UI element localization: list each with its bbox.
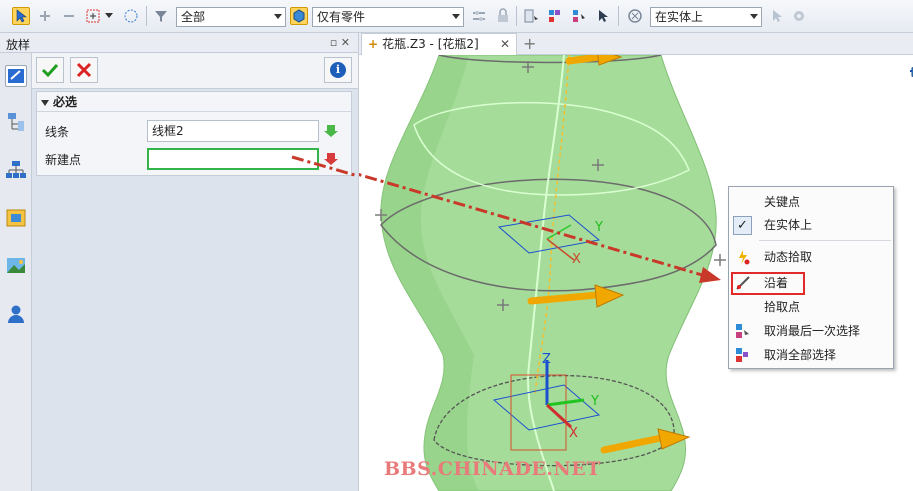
new-point-row: 新建点 <box>37 146 353 172</box>
menu-item-clear-all[interactable]: 取消全部选择 <box>729 344 893 366</box>
dynamic-pick-icon <box>739 250 750 265</box>
side-icon-strip <box>0 53 32 491</box>
toolbar-divider <box>516 6 517 26</box>
pick-filter-icon[interactable] <box>768 7 786 25</box>
curves-row: 线条 线框2 <box>37 118 353 144</box>
clear-selection-icon <box>736 348 748 362</box>
new-point-label: 新建点 <box>45 153 82 167</box>
filter-select-value: 全部 <box>181 10 206 24</box>
pick-select[interactable]: 在实体上 <box>650 7 762 27</box>
pick-mode-icon[interactable] <box>626 7 644 25</box>
checkmark-icon <box>41 63 59 78</box>
menu-item-label: 取消最后一次选择 <box>764 324 861 338</box>
part-library-icon[interactable] <box>5 207 27 229</box>
menu-item-label: 沿着 <box>764 276 789 290</box>
menu-item-undo-last[interactable]: 取消最后一次选择 <box>729 320 893 342</box>
info-icon: i <box>330 62 346 78</box>
chevron-down-icon <box>274 14 282 19</box>
render-view-icon[interactable] <box>5 255 27 277</box>
menu-item-on-solid[interactable]: ✓ 在实体上 <box>729 214 893 236</box>
z-axis-label: Z <box>542 352 551 367</box>
menu-item-label: 动态拾取 <box>764 250 813 264</box>
scope-select-value: 仅有零件 <box>317 10 366 24</box>
checkmark-icon: ✓ <box>733 216 752 235</box>
select-edges-icon[interactable] <box>570 7 588 25</box>
menu-item-label: 取消全部选择 <box>764 348 837 362</box>
menu-separator <box>759 240 891 241</box>
toolbar-divider <box>146 6 147 26</box>
select-faces-icon[interactable] <box>546 7 564 25</box>
pick-red-icon[interactable] <box>323 151 339 167</box>
panel-window-controls[interactable]: ▫ ✕ <box>330 36 350 49</box>
collapse-triangle-icon <box>41 99 49 106</box>
add-entity-icon[interactable] <box>36 7 54 25</box>
required-section: 必选 线条 线框2 新建点 <box>36 91 352 176</box>
filter-icon[interactable] <box>152 7 170 25</box>
remove-entity-icon[interactable] <box>60 7 78 25</box>
new-point-field[interactable] <box>147 148 319 170</box>
part-scope-icon[interactable] <box>290 7 308 25</box>
panel-header: 放样 ▫ ✕ <box>0 33 358 53</box>
chevron-down-icon <box>452 14 460 19</box>
chevron-down-icon <box>750 14 758 19</box>
snap-settings-icon[interactable] <box>790 7 808 25</box>
tab-close-icon[interactable]: ✕ <box>500 34 510 54</box>
user-icon[interactable] <box>5 303 27 325</box>
pin-icon: + <box>368 37 379 51</box>
lasso-select-icon[interactable] <box>122 7 140 25</box>
watermark-text: BBS.CHINADE.NET <box>384 458 601 480</box>
menu-item-label: 拾取点 <box>764 300 801 314</box>
filter-select[interactable]: 全部 <box>176 7 286 27</box>
x-axis-label-2: X <box>569 426 578 441</box>
menu-item-label: 在实体上 <box>764 218 813 232</box>
pick-green-icon[interactable] <box>323 123 339 139</box>
loft-panel: i 必选 线条 线框2 新建点 <box>32 53 358 491</box>
along-curve-icon <box>736 276 750 290</box>
menu-item-key-point[interactable]: 关键点 <box>729 191 893 213</box>
x-axis-label: X <box>572 252 581 267</box>
pick-select-value: 在实体上 <box>655 10 704 24</box>
main-toolbar: 全部 仅有零件 在实体上 <box>0 0 913 33</box>
history-tree-icon[interactable] <box>5 111 27 133</box>
panel-action-bar: i <box>32 53 358 89</box>
select-mode-icon[interactable] <box>12 7 30 25</box>
menu-item-along[interactable]: 沿着 <box>729 272 893 295</box>
view-cube-icon[interactable] <box>909 63 913 79</box>
assembly-tree-icon[interactable] <box>5 159 27 181</box>
scope-select[interactable]: 仅有零件 <box>312 7 464 27</box>
toolbar-divider <box>618 6 619 26</box>
curves-field[interactable]: 线框2 <box>147 120 319 142</box>
panel-title: 放样 <box>6 38 31 52</box>
section-title: 必选 <box>53 95 78 109</box>
confirm-button[interactable] <box>36 57 64 83</box>
context-menu: 关键点 ✓ 在实体上 动态拾取 沿着 拾取点 取消最后一次选择 取消全部选择 <box>728 186 894 369</box>
menu-item-label: 关键点 <box>764 195 801 209</box>
section-header[interactable]: 必选 <box>37 92 351 112</box>
document-tab-label: 花瓶.Z3 - [花瓶2] <box>382 37 479 51</box>
pick-cursor-icon[interactable] <box>594 7 612 25</box>
select-body-icon[interactable] <box>522 7 540 25</box>
y-axis-label-2: Y <box>590 394 599 409</box>
feature-edit-icon[interactable] <box>5 65 27 87</box>
lock-filter-icon[interactable] <box>494 7 512 25</box>
add-tab-icon[interactable]: + <box>523 34 536 53</box>
cancel-button[interactable] <box>70 57 98 83</box>
filter-settings-icon[interactable] <box>470 7 488 25</box>
menu-item-pick-point[interactable]: 拾取点 <box>729 296 893 318</box>
menu-item-dynamic-pick[interactable]: 动态拾取 <box>729 246 893 268</box>
undo-selection-icon <box>736 324 749 338</box>
box-select-icon[interactable] <box>84 7 102 25</box>
box-select-dropdown-icon[interactable] <box>104 7 114 25</box>
document-tab-bar: + 花瓶.Z3 - [花瓶2] ✕ + <box>358 33 913 55</box>
document-tab[interactable]: + 花瓶.Z3 - [花瓶2] ✕ <box>361 33 517 55</box>
help-button[interactable]: i <box>324 57 352 83</box>
y-axis-label: Y <box>594 220 603 235</box>
close-icon <box>76 62 92 78</box>
curves-label: 线条 <box>45 125 70 139</box>
